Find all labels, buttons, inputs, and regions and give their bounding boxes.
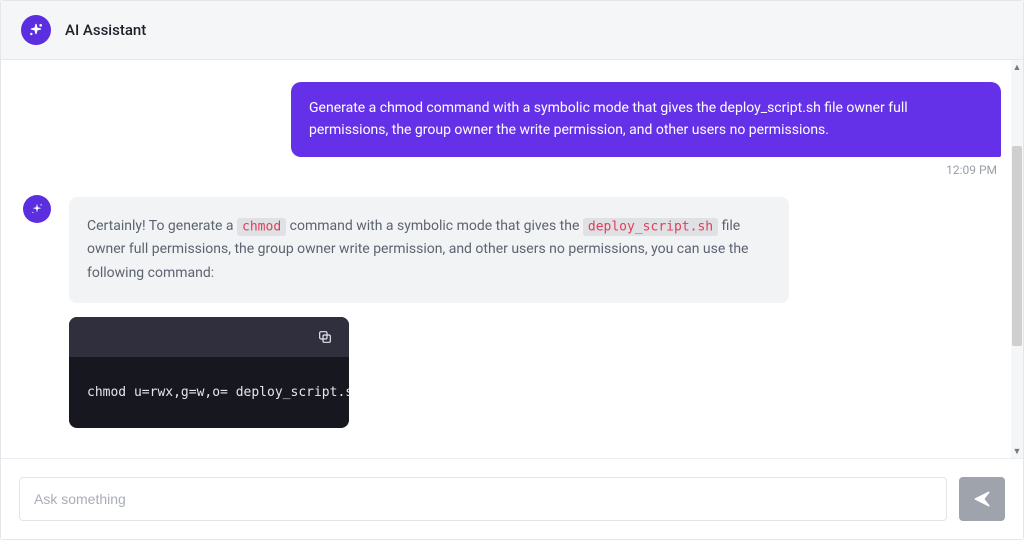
send-button[interactable] xyxy=(959,477,1005,521)
user-message-row: Generate a chmod command with a symbolic… xyxy=(23,82,1001,157)
code-toolbar xyxy=(69,317,349,357)
message-timestamp: 12:09 PM xyxy=(23,163,1001,177)
assistant-avatar xyxy=(23,195,51,223)
scroll-up-arrow[interactable]: ▲ xyxy=(1011,60,1023,74)
copy-button[interactable] xyxy=(313,325,337,349)
composer xyxy=(1,458,1023,539)
user-message-bubble: Generate a chmod command with a symbolic… xyxy=(291,82,1001,157)
app-root: AI Assistant Generate a chmod command wi… xyxy=(0,0,1024,540)
header: AI Assistant xyxy=(1,1,1023,60)
chat-inner[interactable]: Generate a chmod command with a symbolic… xyxy=(1,60,1023,458)
assistant-text-block: Certainly! To generate a chmod command w… xyxy=(69,197,789,302)
code-block: chmod u=rwx,g=w,o= deploy_script.sh xyxy=(69,317,349,428)
scrollbar-thumb[interactable] xyxy=(1012,146,1022,346)
app-logo xyxy=(21,15,51,45)
inline-code-chmod: chmod xyxy=(237,218,286,236)
send-icon xyxy=(973,490,991,508)
sparkle-icon xyxy=(28,22,44,38)
scrollbar[interactable]: ▲ ▼ xyxy=(1011,60,1023,458)
copy-icon xyxy=(317,329,333,345)
assistant-text-fragment: Certainly! To generate a xyxy=(87,218,237,234)
message-input[interactable] xyxy=(19,477,947,521)
inline-code-filename: deploy_script.sh xyxy=(583,218,718,236)
app-title: AI Assistant xyxy=(65,21,146,39)
assistant-text-fragment: command with a symbolic mode that gives … xyxy=(290,218,583,234)
assistant-message-row: Certainly! To generate a chmod command w… xyxy=(23,197,1001,427)
assistant-message-content: Certainly! To generate a chmod command w… xyxy=(69,197,789,427)
code-content[interactable]: chmod u=rwx,g=w,o= deploy_script.sh xyxy=(69,357,349,428)
sparkle-icon xyxy=(30,202,44,216)
chat-area: Generate a chmod command with a symbolic… xyxy=(1,60,1023,458)
scroll-down-arrow[interactable]: ▼ xyxy=(1011,444,1023,458)
